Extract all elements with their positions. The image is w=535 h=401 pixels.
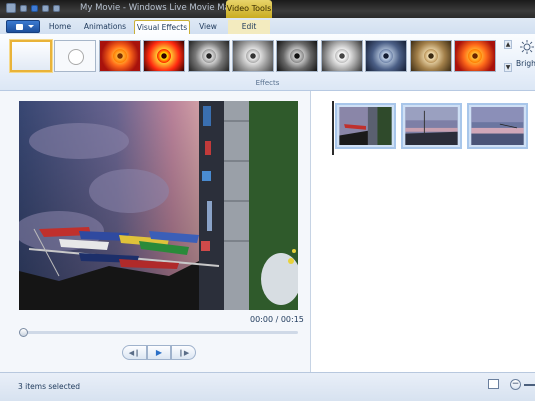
flower-icon [201, 49, 216, 63]
playhead-marker[interactable] [332, 101, 334, 155]
effect-no-effect[interactable] [10, 40, 52, 72]
effect-pencil[interactable] [54, 40, 97, 72]
playback-time: 00:00 / 00:15 [250, 315, 304, 324]
clip-thumbnail [339, 107, 392, 145]
tab-animations[interactable]: Animations [80, 20, 130, 34]
effect-threshold[interactable] [453, 40, 496, 72]
quick-access-toolbar [6, 3, 60, 13]
effect-black-white-red[interactable] [276, 40, 319, 72]
brightness-icon[interactable] [520, 40, 534, 54]
video-tools-context-tab: Video Tools [226, 0, 272, 18]
status-bar: 3 items selected − [0, 372, 535, 401]
flower-icon [334, 49, 349, 63]
effects-group-label: Effects [255, 79, 280, 87]
play-button[interactable]: ▶ [146, 345, 172, 360]
selection-status: 3 items selected [18, 382, 81, 391]
effect-cyanotype[interactable] [365, 40, 408, 72]
window-title: My Movie - Windows Live Movie Maker [80, 3, 244, 13]
customize-icon[interactable] [53, 4, 60, 12]
zoom-slider[interactable] [524, 384, 535, 386]
effect-cinematic[interactable] [98, 40, 141, 72]
rewind-icon: ◀❙ [128, 348, 140, 357]
effect-black-white-yellow[interactable] [320, 40, 363, 72]
storyboard-icon[interactable] [488, 379, 499, 389]
forward-icon: ❙▶ [178, 348, 190, 357]
app-menu-button[interactable] [6, 20, 40, 33]
effects-gallery-scroll: ▲ ▼ [504, 40, 512, 72]
flower-icon [290, 49, 305, 63]
main-area: 00:00 / 00:15 ◀❙ ▶ ❙▶ [0, 91, 535, 372]
clip-thumbnail [405, 107, 458, 145]
flower-icon [245, 49, 260, 63]
zoom-out-icon[interactable]: − [510, 379, 521, 390]
flower-icon [112, 49, 127, 63]
tab-home[interactable]: Home [44, 20, 76, 34]
brightness-button-label[interactable]: Bright [516, 59, 535, 68]
ribbon-tabs: Home Animations Visual Effects View Edit [0, 18, 535, 34]
next-frame-button[interactable]: ❙▶ [171, 345, 197, 360]
document-icon [16, 24, 23, 30]
tab-visual-effects[interactable]: Visual Effects [134, 20, 190, 34]
flower-icon [379, 49, 394, 63]
gallery-up-button[interactable]: ▲ [504, 40, 512, 49]
storyboard-clip[interactable] [401, 103, 462, 149]
clip-thumbnail [471, 107, 524, 145]
flower-icon [157, 49, 172, 63]
gallery-more-button[interactable]: ▼ [504, 63, 512, 72]
seek-thumb[interactable] [19, 328, 28, 337]
flower-icon [467, 49, 482, 63]
storyboard-clip[interactable] [335, 103, 396, 149]
playback-controls: ◀❙ ▶ ❙▶ [122, 345, 197, 360]
video-preview[interactable] [19, 101, 298, 310]
title-bar: My Movie - Windows Live Movie Maker Vide… [0, 0, 535, 18]
ribbon-panel: ▲ ▼ Bright Effects [0, 34, 535, 91]
effect-sepia[interactable] [409, 40, 452, 72]
preview-pane: 00:00 / 00:15 ◀❙ ▶ ❙▶ [0, 91, 311, 372]
storyboard-pane [311, 91, 535, 372]
flower-icon [423, 49, 438, 63]
redo-icon[interactable] [42, 4, 49, 12]
seek-bar[interactable] [19, 328, 298, 337]
play-icon: ▶ [155, 348, 163, 357]
effects-gallery [10, 40, 498, 72]
app-icon [6, 3, 16, 13]
save-icon[interactable] [20, 4, 27, 12]
effect-posterize[interactable] [143, 40, 186, 72]
previous-frame-button[interactable]: ◀❙ [122, 345, 147, 360]
storyboard-clip[interactable] [467, 103, 528, 149]
tab-view[interactable]: View [194, 20, 222, 34]
undo-icon[interactable] [31, 4, 38, 12]
sketch-flower-icon [68, 49, 85, 65]
tab-edit[interactable]: Edit [228, 20, 270, 34]
effect-black-white[interactable] [187, 40, 230, 72]
chevron-down-icon [28, 25, 34, 28]
effect-black-white-orange[interactable] [231, 40, 274, 72]
